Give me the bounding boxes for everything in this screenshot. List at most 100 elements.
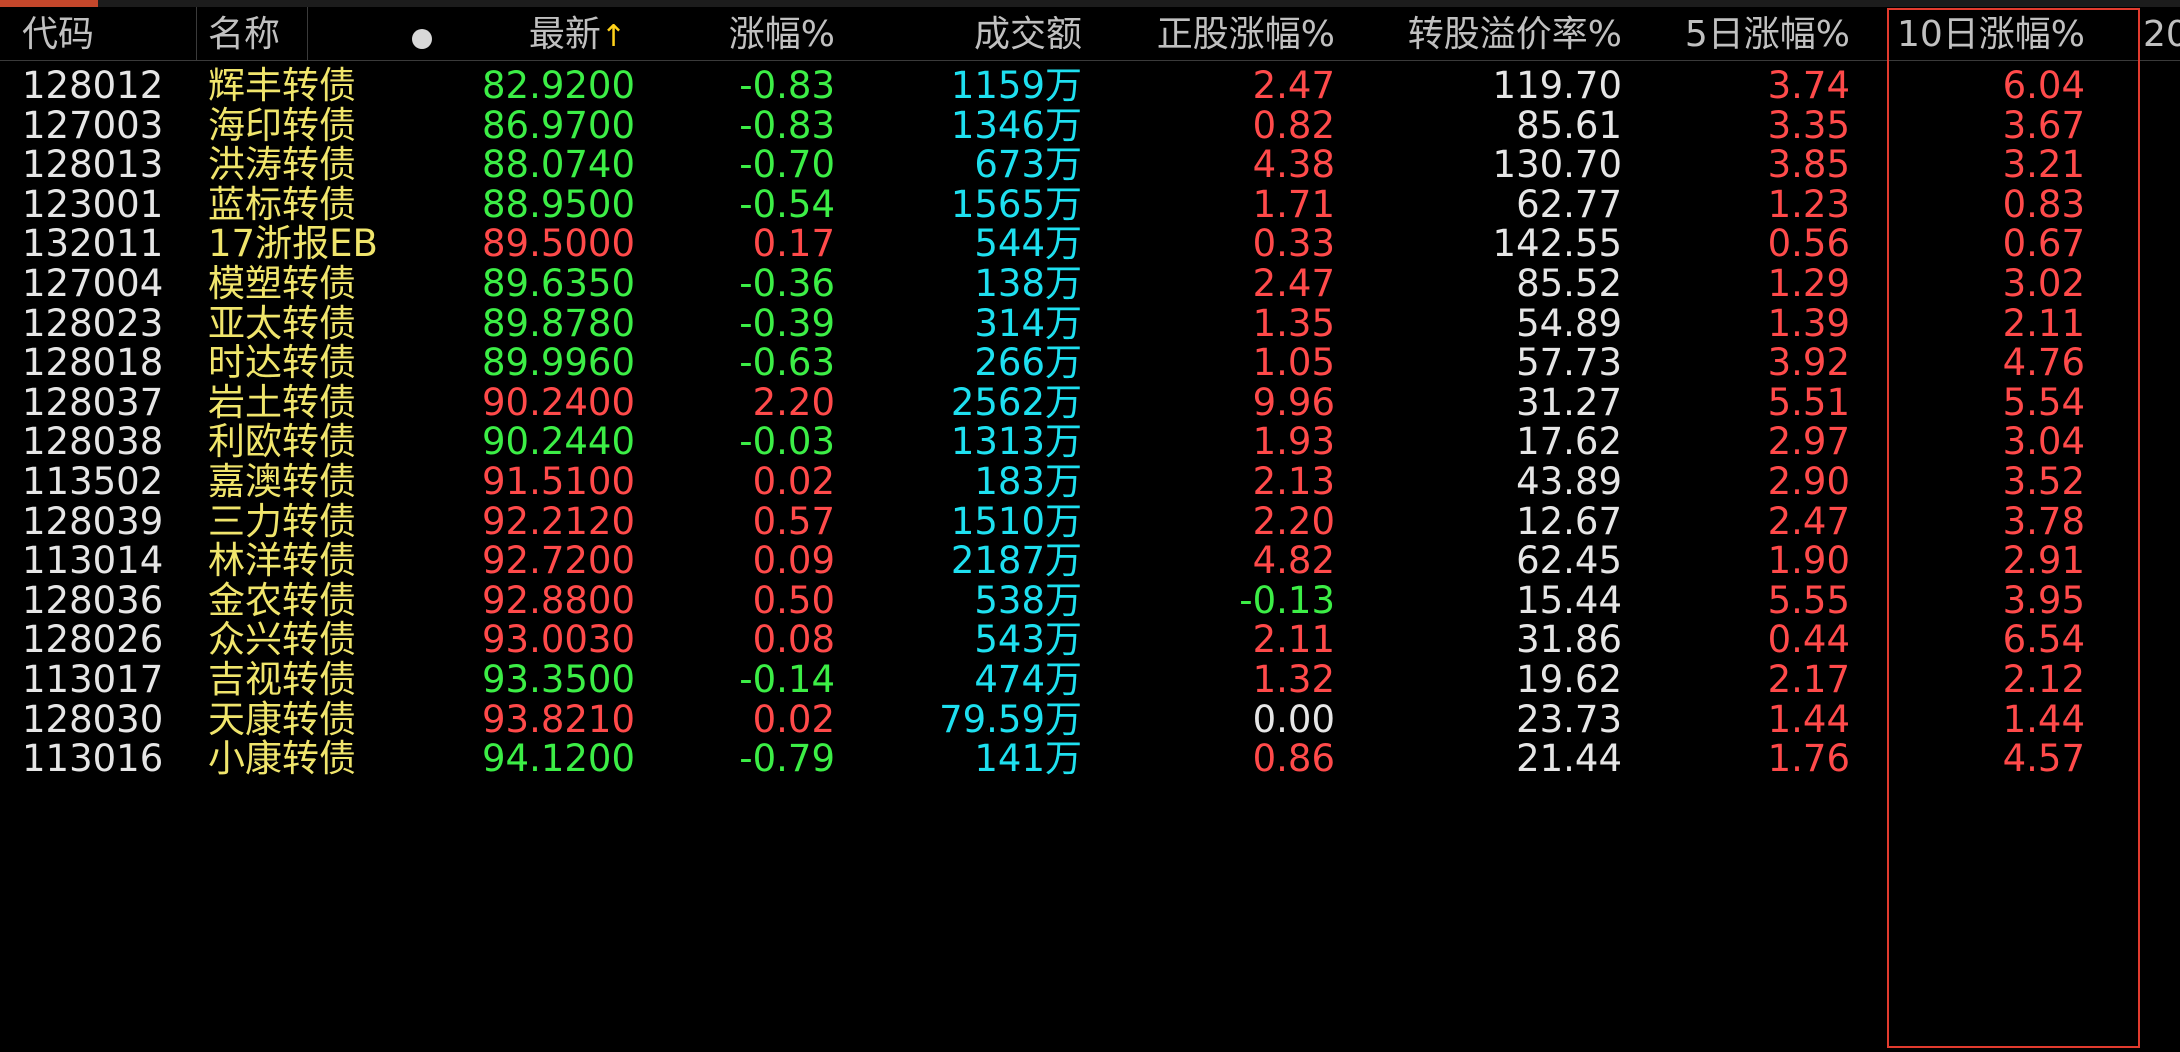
header-last[interactable]: 最新↑ [500,17,626,53]
stock-change-pct-cell: 1.32 [1252,658,1335,701]
stock-change-pct-cell: 4.38 [1252,143,1335,187]
last-price-cell: 86.9700 [481,103,635,147]
name-cell: 利欧转债 [208,420,356,464]
change-5d-cell: 1.76 [1767,737,1850,781]
name-cell: 小康转债 [208,737,356,781]
code-cell: 128026 [22,618,164,662]
change-5d-cell: 3.74 [1767,64,1850,107]
table-row[interactable]: 113016 小康转债 94.1200 -0.79 141万 0.86 21.44 1.76 4… [0,734,2180,789]
header-last-label: 最新 [528,14,601,55]
stock-change-pct-cell: 1.05 [1252,341,1335,385]
header-name[interactable]: 名称 [208,17,280,53]
change-pct-cell: 0.02 [752,697,835,741]
header-overflow-column[interactable]: 20 [2143,17,2180,53]
table-header: 代码 名称 最新↑ 涨幅% 成交额 正股涨幅% 转股溢价率% 5日涨幅% 10日… [0,7,2180,61]
change-pct-cell: 0.02 [752,460,835,503]
stock-change-pct-cell: 0.00 [1252,697,1335,741]
turnover-cell: 2562万 [860,384,1082,421]
stock-change-pct-cell: 0.86 [1252,737,1335,781]
conversion-premium-cell: 43.89 [1516,460,1622,503]
conversion-premium-cell: 23.73 [1516,697,1622,741]
header-code[interactable]: 代码 [22,17,94,53]
last-price-cell: 94.1200 [481,737,635,781]
turnover-cell: 474万 [860,661,1082,698]
turnover-cell: 2187万 [860,542,1082,579]
active-tab-indicator [0,0,98,7]
last-price-cell: 93.0030 [481,618,635,662]
change-pct-cell: -0.39 [739,301,835,345]
last-price-cell: 82.9200 [481,64,635,107]
name-cell: 模塑转债 [208,262,356,305]
code-cell: 128036 [22,578,164,622]
name-cell: 林洋转债 [208,539,356,583]
change-5d-cell: 5.55 [1767,578,1850,622]
bond-quote-table: 代码 名称 最新↑ 涨幅% 成交额 正股涨幅% 转股溢价率% 5日涨幅% 10日… [0,0,2180,1052]
highlight-box-10d-column [1887,8,2140,1048]
code-cell: 128037 [22,380,164,424]
code-cell: 113502 [22,460,164,503]
last-price-cell: 89.8780 [481,301,635,345]
change-pct-cell: -0.79 [739,737,835,781]
code-cell: 128030 [22,697,164,741]
conversion-premium-cell: 130.70 [1492,143,1622,187]
name-cell: 时达转债 [208,341,356,385]
code-cell: 128018 [22,341,164,385]
code-cell: 113016 [22,737,164,781]
conversion-premium-cell: 17.62 [1516,420,1622,464]
change-5d-cell: 2.17 [1767,658,1850,701]
name-cell: 17浙报EB [208,222,378,266]
change-pct-cell: 0.08 [752,618,835,662]
conversion-premium-cell: 12.67 [1516,499,1622,543]
last-price-cell: 91.5100 [481,460,635,503]
last-price-cell: 90.2440 [481,420,635,464]
header-stock-change-pct[interactable]: 正股涨幅% [1100,17,1335,53]
column-divider[interactable] [196,7,197,60]
turnover-cell: 79.59万 [860,701,1082,738]
name-cell: 金农转债 [208,578,356,622]
column-divider[interactable] [307,7,308,60]
turnover-cell: 266万 [860,344,1082,381]
name-cell: 辉丰转债 [208,64,356,107]
header-change-5d[interactable]: 5日涨幅% [1640,17,1850,53]
change-5d-cell: 3.35 [1767,103,1850,147]
stock-change-pct-cell: 1.35 [1252,301,1335,345]
name-cell: 岩土转债 [208,380,356,424]
stock-change-pct-cell: 1.93 [1252,420,1335,464]
code-cell: 113014 [22,539,164,583]
name-cell: 嘉澳转债 [208,460,356,503]
conversion-premium-cell: 15.44 [1516,578,1622,622]
code-cell: 127004 [22,262,164,305]
code-cell: 128023 [22,301,164,345]
header-change-pct[interactable]: 涨幅% [640,17,835,53]
code-cell: 123001 [22,182,164,226]
stock-change-pct-cell: -0.13 [1239,578,1335,622]
turnover-cell: 543万 [860,621,1082,658]
conversion-premium-cell: 31.86 [1516,618,1622,662]
change-5d-cell: 1.23 [1767,182,1850,226]
change-pct-cell: -0.03 [739,420,835,464]
watch-dot-icon[interactable] [412,29,432,49]
change-pct-cell: 0.57 [752,499,835,543]
header-conversion-premium[interactable]: 转股溢价率% [1350,17,1622,53]
change-pct-cell: 2.20 [752,380,835,424]
conversion-premium-cell: 21.44 [1516,737,1622,781]
stock-change-pct-cell: 2.47 [1252,262,1335,305]
turnover-cell: 538万 [860,582,1082,619]
change-5d-cell: 1.29 [1767,262,1850,305]
change-5d-cell: 1.39 [1767,301,1850,345]
change-5d-cell: 5.51 [1767,380,1850,424]
change-5d-cell: 0.44 [1767,618,1850,662]
top-bar [0,0,2180,7]
change-pct-cell: -0.83 [739,64,835,107]
code-cell: 128012 [22,64,164,107]
code-cell: 128038 [22,420,164,464]
last-price-cell: 92.8800 [481,578,635,622]
conversion-premium-cell: 31.27 [1516,380,1622,424]
change-pct-cell: -0.83 [739,103,835,147]
change-pct-cell: -0.36 [739,262,835,305]
conversion-premium-cell: 57.73 [1516,341,1622,385]
turnover-cell: 1510万 [860,503,1082,540]
header-turnover[interactable]: 成交额 [860,17,1082,53]
conversion-premium-cell: 119.70 [1492,64,1622,107]
code-cell: 128039 [22,499,164,543]
